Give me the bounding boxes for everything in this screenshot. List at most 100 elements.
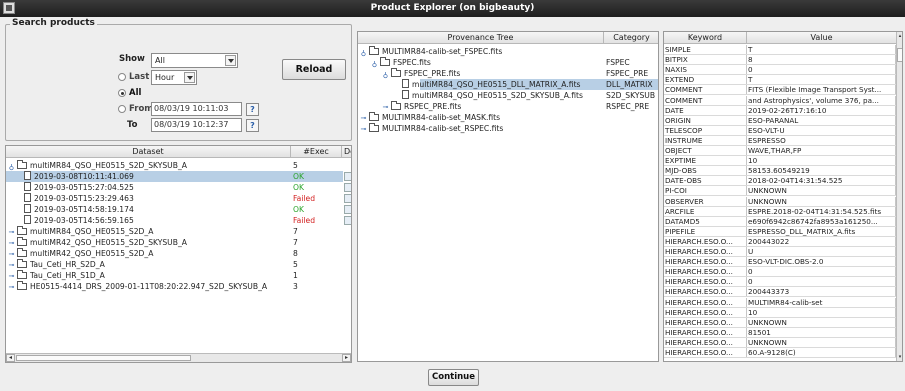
- dataset-cell[interactable]: ⊸ HE0515-4414_DRS_2009-01-11T08:20:22.947…: [8, 281, 290, 293]
- dataset-horizontal-scrollbar[interactable]: ◂ ▸: [6, 353, 351, 362]
- keyword-row[interactable]: OBSERVER UNKNOWN: [664, 196, 896, 207]
- keyword-row[interactable]: INSTRUME ESPRESSO: [664, 135, 896, 146]
- collapsed-node-icon[interactable]: ⊸: [360, 124, 367, 135]
- keyword-row[interactable]: DATAMD5 e690f6942c86742fa8953a161250...: [664, 216, 896, 227]
- details-button[interactable]: [344, 205, 351, 214]
- chevron-down-icon[interactable]: [184, 72, 195, 83]
- keyword-row[interactable]: ORIGIN ESO-PARANAL: [664, 115, 896, 126]
- table-row[interactable]: ⊸ HE0515-4414_DRS_2009-01-11T08:20:22.947…: [6, 281, 351, 292]
- keyword-row[interactable]: TELESCOP ESO-VLT-U: [664, 125, 896, 136]
- keyword-row[interactable]: HIERARCH.ESO.O... UNKNOWN: [664, 337, 896, 348]
- to-date-picker-button[interactable]: ?: [246, 119, 259, 132]
- keyword-row[interactable]: HIERARCH.ESO.O... MULTIMR84-calib-set: [664, 297, 896, 308]
- dataset-cell[interactable]: 2019-03-05T14:56:59.165: [24, 215, 289, 226]
- dataset-cell[interactable]: 2019-03-08T10:11:41.069: [24, 171, 289, 182]
- value-cell: 0: [747, 277, 896, 287]
- keyword-row[interactable]: BITPIX 8: [664, 55, 896, 66]
- de-column-header[interactable]: De: [342, 146, 351, 158]
- table-row[interactable]: ⚲ multiMR84_QSO_HE0515_S2D_SKYSUB_A 5: [6, 160, 351, 171]
- tree-row[interactable]: multiMR84_QSO_HE0515_S2D_SKYSUB_A.fits S2…: [358, 90, 658, 101]
- tree-row[interactable]: ⚲ FSPEC.fits FSPEC: [358, 57, 658, 68]
- keyword-row[interactable]: OBJECT WAVE,THAR,FP: [664, 146, 896, 156]
- dataset-cell[interactable]: 2019-03-05T15:27:04.525: [24, 182, 289, 193]
- table-row[interactable]: 2019-03-05T15:23:29.463 Failed: [6, 193, 351, 204]
- from-date-picker-button[interactable]: ?: [246, 103, 259, 116]
- keyword-row[interactable]: HIERARCH.ESO.O... 81501: [664, 327, 896, 338]
- table-row[interactable]: 2019-03-05T14:58:19.174 OK: [6, 204, 351, 215]
- last-radio[interactable]: Last: [118, 72, 149, 82]
- tree-row[interactable]: ⊸ MULTIMR84-calib-set_MASK.fits: [358, 112, 658, 123]
- dataset-cell[interactable]: 2019-03-05T15:23:29.463: [24, 193, 289, 204]
- keyword-row[interactable]: PI-COI UNKNOWN: [664, 186, 896, 197]
- tree-row[interactable]: ⊸ MULTIMR84-calib-set_RSPEC.fits: [358, 123, 658, 134]
- keyword-row[interactable]: HIERARCH.ESO.O... 0: [664, 267, 896, 278]
- show-combobox[interactable]: All: [151, 53, 238, 68]
- from-radio[interactable]: From: [118, 104, 153, 114]
- keyword-row[interactable]: HIERARCH.ESO.O... UNKNOWN: [664, 317, 896, 328]
- table-row[interactable]: 2019-03-05T15:27:04.525 OK: [6, 182, 351, 193]
- tree-row[interactable]: multiMR84_QSO_HE0515_DLL_MATRIX_A.fits DL…: [402, 79, 658, 90]
- keyword-row[interactable]: COMMENT FITS (Flexible Image Transport Sy…: [664, 85, 896, 96]
- table-row[interactable]: ⊸ multiMR42_QSO_HE0515_S2D_A 8: [6, 248, 351, 259]
- exec-column-header[interactable]: #Exec: [291, 146, 342, 158]
- keyword-row[interactable]: HIERARCH.ESO.O... 200443022: [664, 236, 896, 247]
- chevron-down-icon[interactable]: [225, 55, 236, 66]
- from-date-field[interactable]: 08/03/19 10:11:03: [151, 102, 242, 116]
- keyword-row[interactable]: MJD-OBS 58153.60549219: [664, 166, 896, 177]
- table-row[interactable]: ⊸ multiMR42_QSO_HE0515_S2D_SKYSUB_A 7: [6, 237, 351, 248]
- scroll-up-icon[interactable]: ▴: [897, 33, 902, 39]
- keyword-row[interactable]: HIERARCH.ESO.O... 60.A-9128(C): [664, 348, 896, 358]
- keyword-row[interactable]: NAXIS 0: [664, 65, 896, 76]
- table-row[interactable]: ⊸ Tau_Ceti_HR_S1D_A 1: [6, 270, 351, 281]
- details-button[interactable]: [344, 216, 351, 225]
- tree-node-cell[interactable]: multiMR84_QSO_HE0515_DLL_MATRIX_A.fits: [393, 79, 602, 90]
- radio-icon[interactable]: [118, 73, 126, 81]
- keyword-row[interactable]: EXTEND T: [664, 75, 896, 86]
- scroll-left-icon[interactable]: ◂: [6, 354, 15, 362]
- tree-node-cell[interactable]: multiMR84_QSO_HE0515_S2D_SKYSUB_A.fits: [393, 90, 602, 101]
- keyword-row[interactable]: DATE 2019-02-26T17:16:10: [664, 105, 896, 116]
- scrollbar-thumb[interactable]: [16, 355, 191, 361]
- dataset-column-header[interactable]: Dataset: [6, 146, 291, 158]
- expanded-node-icon[interactable]: ⚲: [382, 69, 389, 80]
- keyword-row[interactable]: HIERARCH.ESO.O... 200443373: [664, 287, 896, 298]
- keyword-column-header[interactable]: Keyword: [664, 32, 747, 44]
- keyword-row[interactable]: HIERARCH.ESO.O... U: [664, 247, 896, 257]
- keyword-row[interactable]: COMMENT and Astrophysics', volume 376, pa…: [664, 95, 896, 106]
- category-column-header[interactable]: Category: [604, 32, 658, 44]
- keyword-row[interactable]: HIERARCH.ESO.O... ESO-VLT-DIC.OBS-2.0: [664, 257, 896, 268]
- to-date-field[interactable]: 08/03/19 10:12:37: [151, 118, 242, 132]
- provenance-tree-column-header[interactable]: Provenance Tree: [358, 32, 604, 44]
- keyword-row[interactable]: DATE-OBS 2018-02-04T14:31:54.525: [664, 176, 896, 187]
- keyword-row[interactable]: EXPTIME 10: [664, 156, 896, 167]
- last-period-combobox[interactable]: Hour: [151, 70, 197, 85]
- tree-row[interactable]: ⚲ FSPEC_PRE.fits FSPEC_PRE: [358, 68, 658, 79]
- keyword-row[interactable]: ARCFILE ESPRE.2018-02-04T14:31:54.525.fit…: [664, 206, 896, 217]
- scroll-right-icon[interactable]: ▸: [342, 354, 351, 362]
- tree-row[interactable]: ⚲ MULTIMR84-calib-set_FSPEC.fits: [358, 46, 658, 57]
- table-row[interactable]: ⊸ Tau_Ceti_HR_S2D_A 5: [6, 259, 351, 270]
- table-row[interactable]: ⊸ multiMR84_QSO_HE0515_S2D_A 7: [6, 226, 351, 237]
- details-button[interactable]: [344, 183, 351, 192]
- keyword-row[interactable]: HIERARCH.ESO.O... 10: [664, 307, 896, 318]
- table-row[interactable]: 2019-03-05T14:56:59.165 Failed: [6, 215, 351, 226]
- reload-button[interactable]: Reload: [282, 59, 346, 80]
- keyword-row[interactable]: SIMPLE T: [664, 45, 896, 55]
- radio-selected-icon[interactable]: [118, 89, 126, 97]
- collapsed-node-icon[interactable]: ⊸: [8, 282, 15, 293]
- keyword-row[interactable]: PIPEFILE ESPRESSO_DLL_MATRIX_A.fits: [664, 226, 896, 237]
- dataset-cell[interactable]: 2019-03-05T14:58:19.174: [24, 204, 289, 215]
- scrollbar-thumb[interactable]: [897, 48, 902, 62]
- keyword-row[interactable]: HIERARCH.ESO.O... 0: [664, 277, 896, 288]
- details-button[interactable]: [344, 194, 351, 203]
- continue-button[interactable]: Continue: [428, 369, 479, 386]
- value-column-header[interactable]: Value: [747, 32, 897, 44]
- tree-node-cell[interactable]: ⊸ MULTIMR84-calib-set_RSPEC.fits: [360, 123, 602, 135]
- fits-header-vertical-scrollbar[interactable]: ▴ ▾: [896, 32, 902, 361]
- tree-row[interactable]: ⊸ RSPEC_PRE.fits RSPEC_PRE: [358, 101, 658, 112]
- table-row[interactable]: 2019-03-08T10:11:41.069 OK: [6, 171, 351, 182]
- radio-icon[interactable]: [118, 105, 126, 113]
- scroll-down-icon[interactable]: ▾: [897, 354, 902, 360]
- details-button[interactable]: [344, 172, 351, 181]
- all-radio[interactable]: All: [118, 88, 141, 98]
